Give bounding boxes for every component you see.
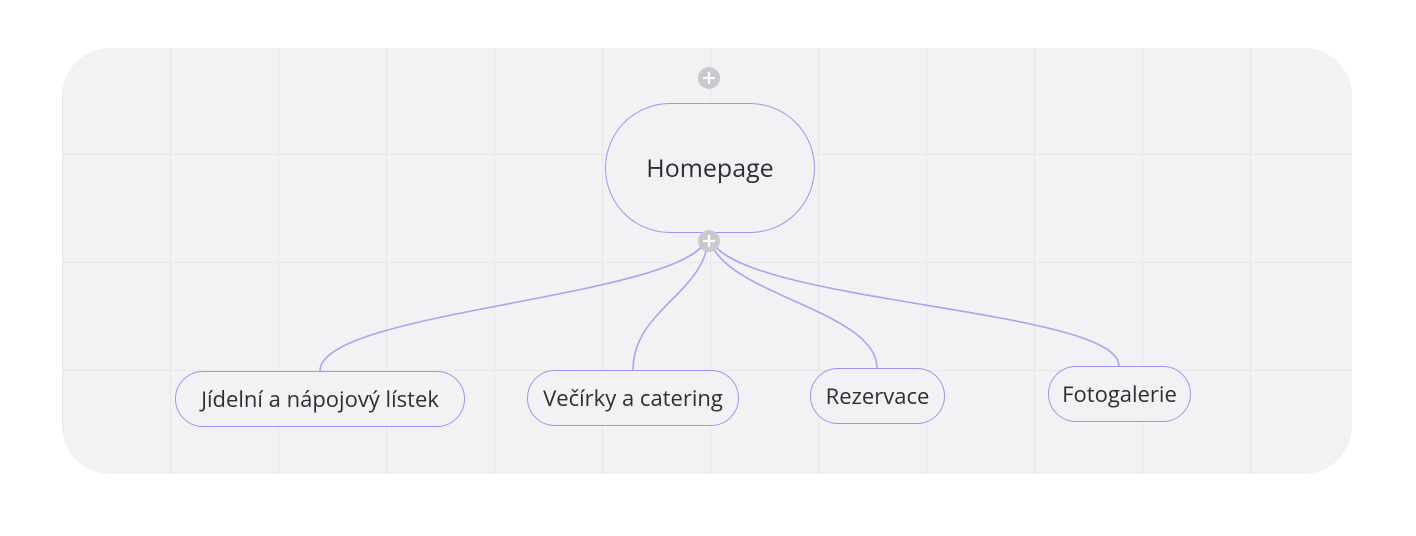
add-node-above-button[interactable] [698,67,720,89]
node-parties-catering[interactable]: Večírky a catering [527,370,739,426]
node-reservations[interactable]: Rezervace [810,368,945,424]
node-menu-drinks-label: Jídelní a nápojový lístek [201,388,439,410]
node-menu-drinks[interactable]: Jídelní a nápojový lístek [175,371,465,427]
sitemap-canvas[interactable]: Homepage Jídelní a nápojový lístek Večír… [62,48,1352,474]
node-parties-catering-label: Večírky a catering [543,387,723,409]
plus-icon [702,71,716,85]
node-homepage[interactable]: Homepage [605,103,815,233]
plus-icon [702,234,716,248]
node-photogallery-label: Fotogalerie [1062,383,1177,405]
node-photogallery[interactable]: Fotogalerie [1048,366,1191,422]
node-homepage-label: Homepage [646,156,773,181]
add-node-below-button[interactable] [698,230,720,252]
node-reservations-label: Rezervace [826,385,930,407]
